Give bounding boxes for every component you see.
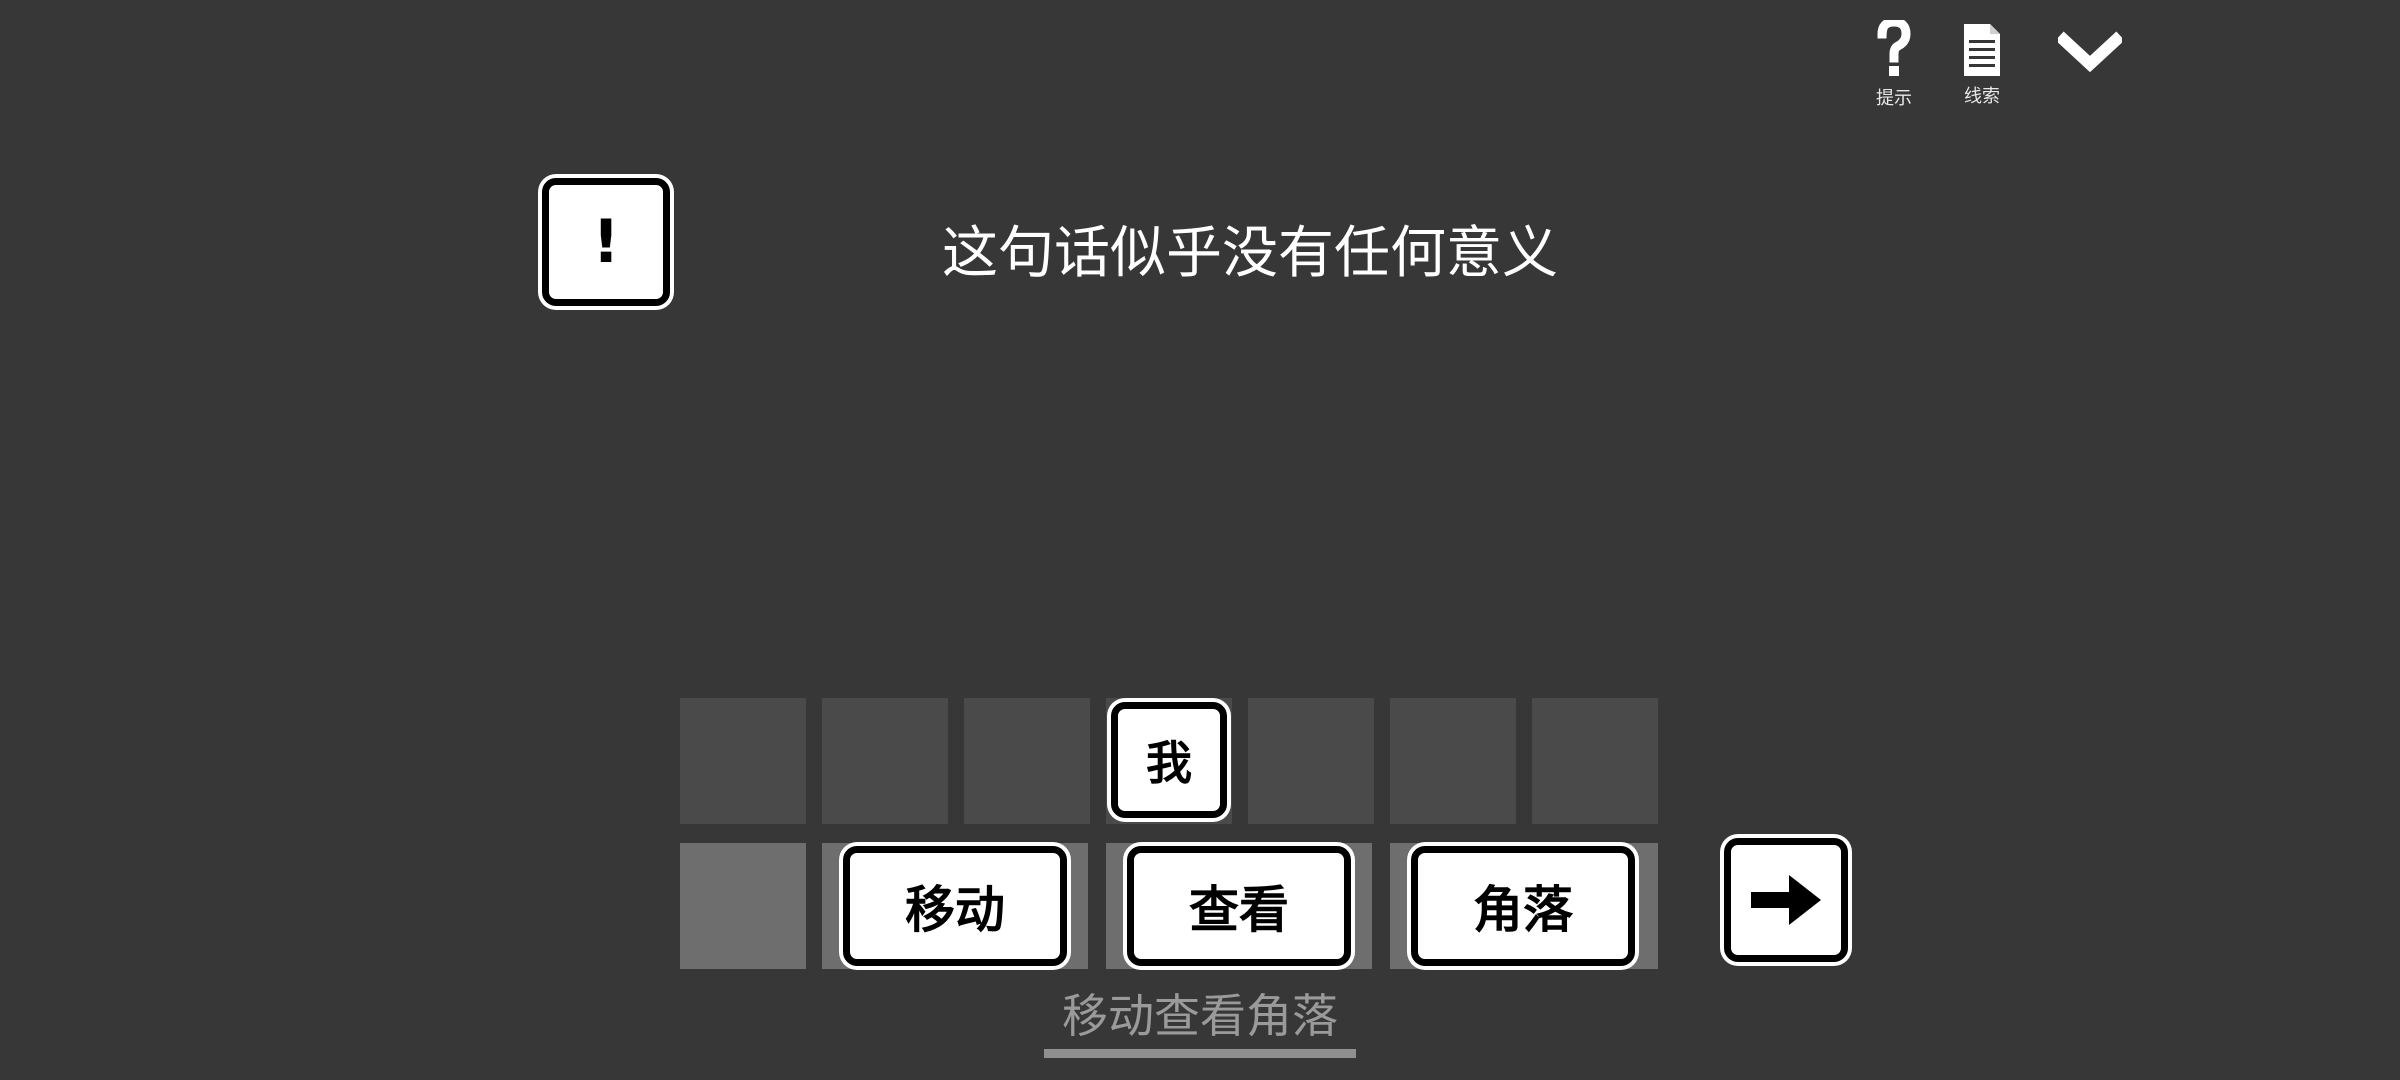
collapse-button[interactable] <box>2058 28 2122 72</box>
word-tile[interactable]: 移动 <box>843 846 1067 966</box>
word-tile-text: 我 <box>1146 736 1192 790</box>
word-slot[interactable] <box>1390 698 1516 824</box>
word-slot[interactable] <box>822 698 948 824</box>
submit-button[interactable] <box>1724 838 1848 962</box>
word-tile-text: 角落 <box>1473 881 1573 939</box>
word-tile[interactable]: 查看 <box>1127 846 1351 966</box>
chevron-down-icon <box>2058 31 2122 72</box>
word-tile-text: 查看 <box>1189 881 1289 939</box>
word-slot[interactable] <box>964 698 1090 824</box>
exclamation-icon: ! <box>592 207 620 277</box>
clues-label: 线索 <box>1964 86 2000 107</box>
word-tile-placed[interactable]: 我 <box>1111 702 1227 818</box>
word-slot[interactable] <box>1248 698 1374 824</box>
word-tile-text: 移动 <box>905 881 1005 939</box>
question-icon <box>1877 20 1911 76</box>
clues-button[interactable]: 线索 <box>1950 22 2014 108</box>
word-slot[interactable] <box>1532 698 1658 824</box>
hint-label: 提示 <box>1876 88 1912 109</box>
word-tile[interactable]: 角落 <box>1411 846 1635 966</box>
sentence-preview: 移动查看角落 <box>1062 989 1338 1043</box>
arrow-right-icon <box>1751 875 1821 925</box>
preview-underline <box>1044 1049 1356 1058</box>
hint-button[interactable]: 提示 <box>1862 20 1926 110</box>
word-slot[interactable] <box>680 698 806 824</box>
alert-tile[interactable]: ! <box>542 178 670 306</box>
document-icon <box>1964 24 2000 76</box>
message-text: 这句话似乎没有任何意义 <box>942 221 1558 286</box>
empty-slot[interactable] <box>680 843 806 969</box>
